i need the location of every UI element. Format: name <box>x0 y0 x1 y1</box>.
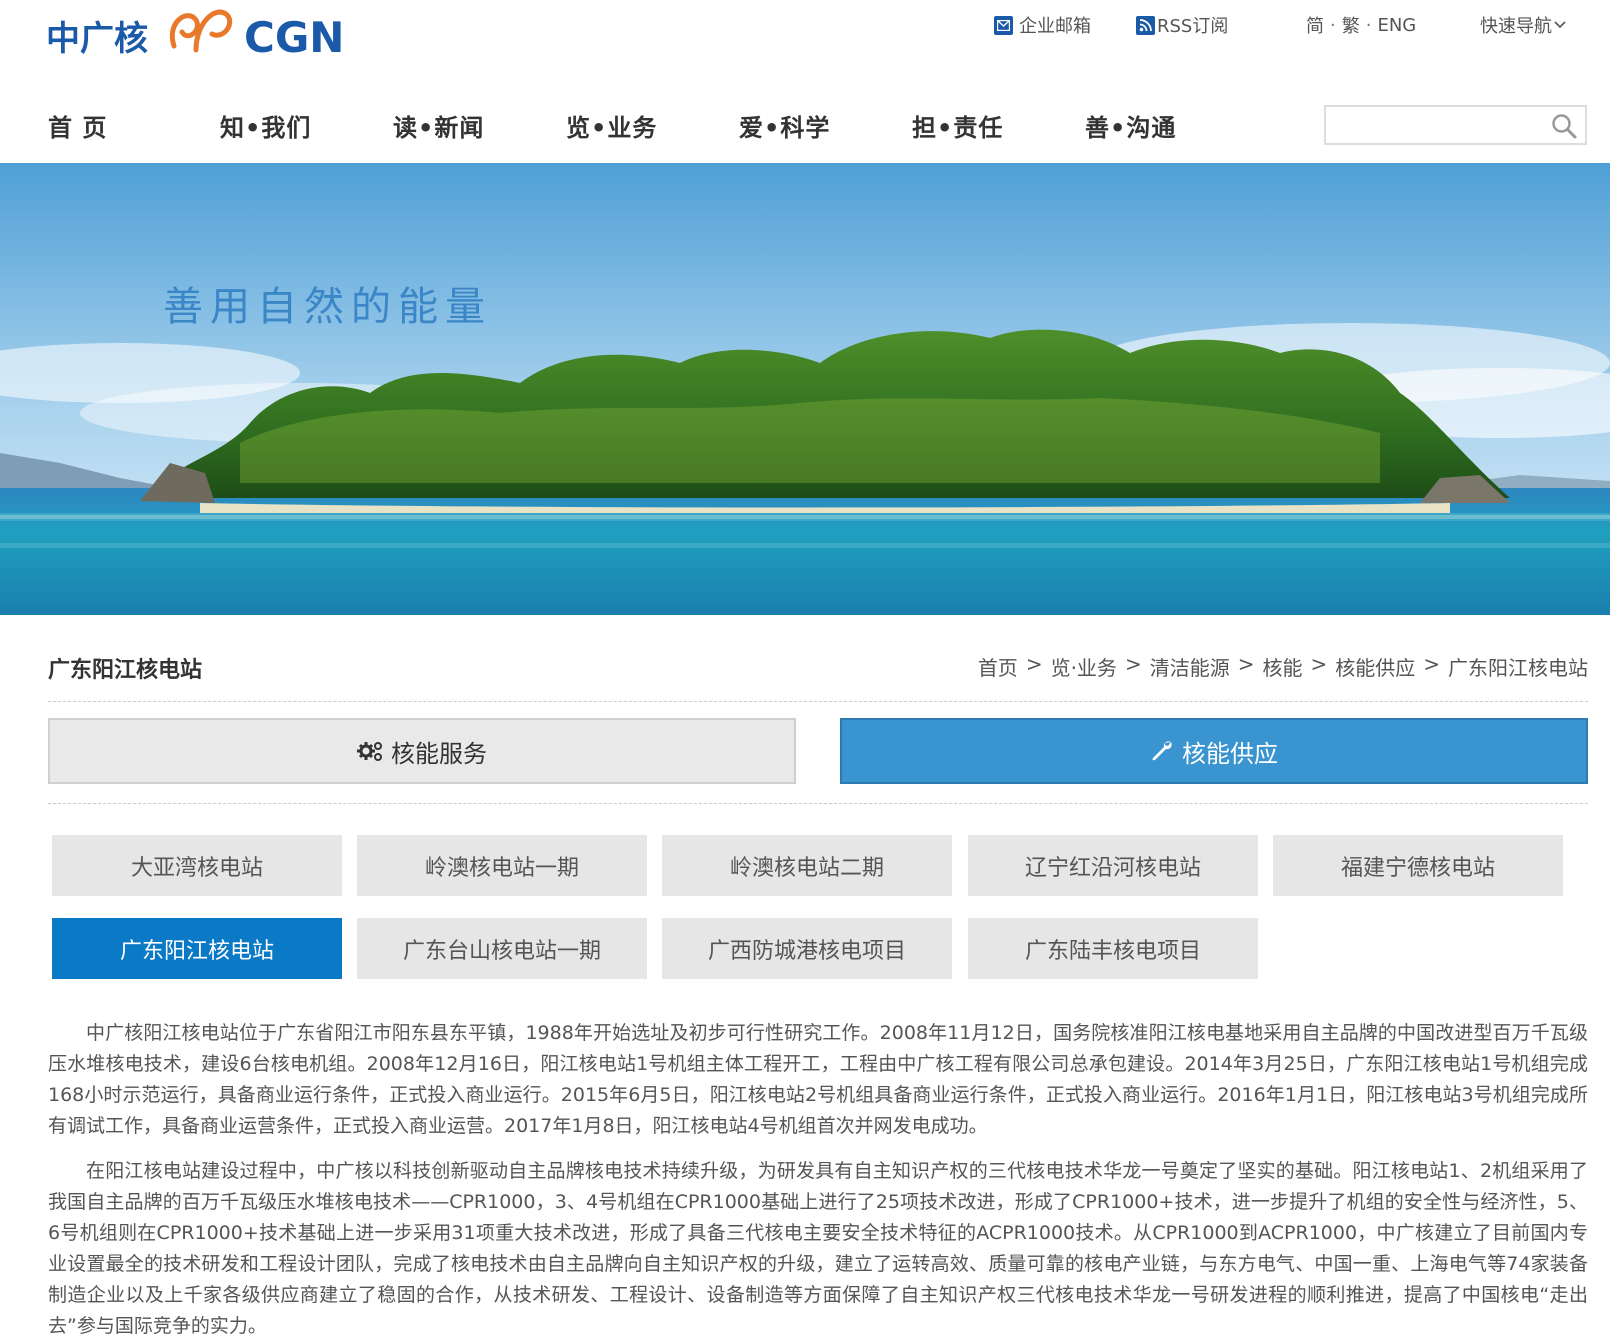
divider <box>48 803 1588 804</box>
hero-banner: 善用自然的能量 <box>0 163 1610 615</box>
breadcrumb-separator: > <box>1124 652 1142 676</box>
lang-simplified[interactable]: 简 <box>1306 12 1324 38</box>
main-nav: 首 页 知•我们 读•新闻 览•业务 爱•科学 担•责任 善•沟通 <box>0 80 1610 163</box>
header: 中广核 CGN 企业邮箱 RSS订阅 简 · 繁 · ENG 快速导航 <box>0 0 1610 80</box>
language-switcher: 简 · 繁 · ENG <box>1306 10 1416 40</box>
article-body: 中广核阳江核电站位于广东省阳江市阳东县东平镇，1988年开始选址及初步可行性研究… <box>48 1018 1588 1340</box>
station-ningde[interactable]: 福建宁德核电站 <box>1273 835 1563 896</box>
station-hongyanhe[interactable]: 辽宁红沿河核电站 <box>968 835 1258 896</box>
station-lingao-phase1[interactable]: 岭澳核电站一期 <box>357 835 647 896</box>
lang-separator: · <box>1365 14 1372 36</box>
page-title: 广东阳江核电站 <box>48 658 203 683</box>
rss-icon <box>1136 15 1155 35</box>
station-lufeng[interactable]: 广东陆丰核电项目 <box>968 918 1258 979</box>
corporate-mail-link[interactable]: 企业邮箱 <box>994 10 1091 40</box>
quick-nav-dropdown[interactable]: 快速导航 <box>1480 10 1566 40</box>
rss-label: RSS订阅 <box>1157 16 1229 37</box>
breadcrumb-current[interactable]: 广东阳江核电站 <box>1448 652 1588 681</box>
island-illustration <box>0 163 1610 615</box>
banner-slogan: 善用自然的能量 <box>163 284 492 330</box>
svg-text:中广核: 中广核 <box>46 19 148 59</box>
lang-traditional[interactable]: 繁 <box>1342 12 1360 38</box>
gears-icon <box>357 740 383 762</box>
breadcrumb-separator: > <box>1237 652 1255 676</box>
breadcrumb-item[interactable]: 览·业务 <box>1051 652 1117 681</box>
cgn-logo[interactable]: 中广核 CGN <box>46 2 376 62</box>
station-yangjiang[interactable]: 广东阳江核电站 <box>52 918 342 979</box>
mail-icon <box>994 15 1013 35</box>
breadcrumb-separator: > <box>1310 652 1328 676</box>
nav-responsibility[interactable]: 担•责任 <box>912 108 1003 143</box>
article-paragraph: 在阳江核电站建设过程中，中广核以科技创新驱动自主品牌核电技术持续升级，为研发具有… <box>48 1160 1588 1337</box>
breadcrumb-separator: > <box>1423 652 1440 676</box>
nav-science[interactable]: 爱•科学 <box>739 108 830 143</box>
search-icon[interactable] <box>1551 113 1577 139</box>
breadcrumb-item[interactable]: 核能供应 <box>1335 652 1415 681</box>
nav-communication[interactable]: 善•沟通 <box>1085 108 1176 143</box>
breadcrumb: 首页 > 览·业务 > 清洁能源 > 核能 > 核能供应 > 广东阳江核电站 <box>978 652 1588 681</box>
breadcrumb-separator: > <box>1025 652 1043 676</box>
svg-text:CGN: CGN <box>244 13 344 60</box>
station-lingao-phase2[interactable]: 岭澳核电站二期 <box>662 835 952 896</box>
search-box <box>1324 105 1587 145</box>
station-fangchenggang[interactable]: 广西防城港核电项目 <box>662 918 952 979</box>
nav-news[interactable]: 读•新闻 <box>393 108 484 143</box>
breadcrumb-item[interactable]: 核能 <box>1262 652 1302 681</box>
rss-subscribe-link[interactable]: RSS订阅 <box>1136 10 1228 40</box>
lang-separator: · <box>1330 14 1336 36</box>
mail-label: 企业邮箱 <box>1019 16 1091 37</box>
nav-home[interactable]: 首 页 <box>48 108 107 143</box>
article-paragraph: 中广核阳江核电站位于广东省阳江市阳东县东平镇，1988年开始选址及初步可行性研究… <box>48 1022 1588 1137</box>
tab-nuclear-service-label: 核能服务 <box>391 739 487 768</box>
nav-about[interactable]: 知•我们 <box>220 108 311 143</box>
tab-nuclear-supply[interactable]: 核能供应 <box>840 718 1588 784</box>
tab-nuclear-service[interactable]: 核能服务 <box>48 718 796 784</box>
quick-nav-label: 快速导航 <box>1480 16 1552 37</box>
breadcrumb-item[interactable]: 清洁能源 <box>1150 652 1230 681</box>
search-input[interactable] <box>1326 107 1536 143</box>
nav-business[interactable]: 览•业务 <box>566 108 657 143</box>
lang-english[interactable]: ENG <box>1377 15 1416 36</box>
divider <box>48 701 1588 702</box>
breadcrumb-item[interactable]: 首页 <box>978 652 1018 681</box>
wrench-icon <box>1150 739 1174 763</box>
chevron-down-icon <box>1554 21 1566 29</box>
station-dayawan[interactable]: 大亚湾核电站 <box>52 835 342 896</box>
tab-nuclear-supply-label: 核能供应 <box>1182 739 1278 768</box>
station-taishan-phase1[interactable]: 广东台山核电站一期 <box>357 918 647 979</box>
